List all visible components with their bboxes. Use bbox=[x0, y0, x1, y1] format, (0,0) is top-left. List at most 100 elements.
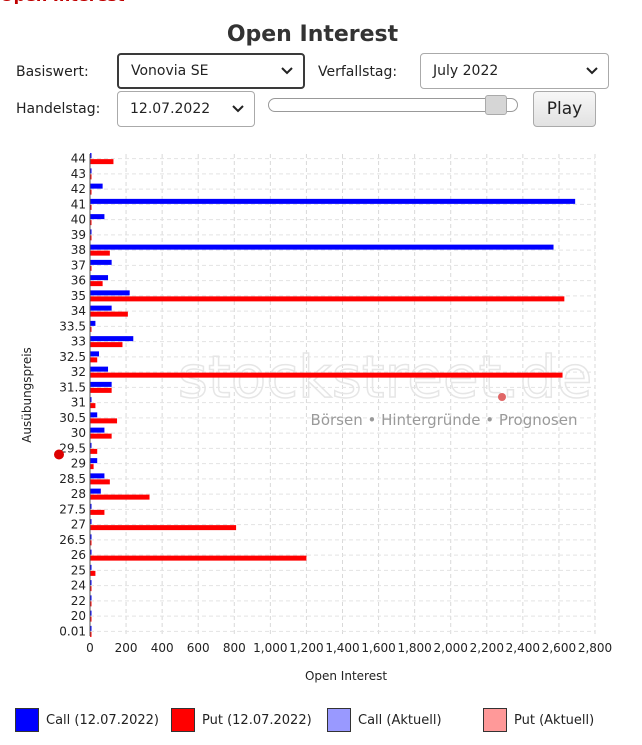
x-tick-label: 800 bbox=[223, 641, 246, 655]
x-tick-label: 400 bbox=[151, 641, 174, 655]
x-axis-label: Open Interest bbox=[305, 669, 387, 683]
y-tick-label: 44 bbox=[71, 152, 86, 166]
put-bar[interactable] bbox=[90, 494, 150, 500]
y-tick-label: 25 bbox=[71, 563, 86, 577]
put-bar[interactable] bbox=[90, 479, 110, 485]
y-tick-label: 32.5 bbox=[59, 350, 86, 364]
y-tick-label: 27 bbox=[71, 518, 86, 532]
y-tick-label: 26.5 bbox=[59, 533, 86, 547]
call-bar[interactable] bbox=[90, 412, 98, 418]
legend-swatch bbox=[171, 708, 195, 732]
x-tick-label: 2,000 bbox=[434, 641, 468, 655]
y-tick-label: 32 bbox=[71, 365, 86, 379]
y-tick-label: 30 bbox=[71, 426, 86, 440]
put-bar[interactable] bbox=[90, 464, 94, 470]
y-tick-label: 35 bbox=[71, 289, 86, 303]
call-bar[interactable] bbox=[90, 488, 101, 494]
y-tick-label: 40 bbox=[71, 213, 86, 227]
y-tick-label: 34 bbox=[71, 304, 86, 318]
legend-put-current[interactable]: Put (12.07.2022) bbox=[171, 706, 312, 734]
x-tick-label: 1,200 bbox=[289, 641, 323, 655]
y-tick-label: 29 bbox=[71, 457, 86, 471]
x-tick-label: 1,800 bbox=[397, 641, 431, 655]
call-bar[interactable] bbox=[90, 427, 105, 433]
call-bar[interactable] bbox=[90, 381, 112, 387]
legend-swatch bbox=[483, 708, 507, 732]
put-bar[interactable] bbox=[90, 357, 98, 363]
call-bar[interactable] bbox=[90, 198, 576, 204]
put-bar[interactable] bbox=[90, 281, 103, 287]
y-tick-label: 41 bbox=[71, 197, 86, 211]
call-bar[interactable] bbox=[90, 305, 112, 311]
put-bar[interactable] bbox=[90, 372, 563, 378]
legend-label: Call (12.07.2022) bbox=[46, 712, 159, 728]
legend-label: Put (12.07.2022) bbox=[202, 712, 312, 728]
legend-call-aktuell[interactable]: Call (Aktuell) bbox=[327, 706, 442, 734]
call-bar[interactable] bbox=[90, 244, 554, 250]
put-bar[interactable] bbox=[90, 448, 98, 454]
y-tick-label: 22 bbox=[71, 594, 86, 608]
y-tick-label: 39 bbox=[71, 228, 86, 242]
call-bar[interactable] bbox=[90, 275, 109, 281]
current-price-marker bbox=[54, 449, 64, 460]
call-bar[interactable] bbox=[90, 336, 134, 342]
put-bar[interactable] bbox=[90, 387, 112, 393]
open-interest-chart: stockstreet.de Börsen • Hintergründe • P… bbox=[20, 152, 612, 683]
call-bar[interactable] bbox=[90, 366, 109, 372]
y-tick-label: 37 bbox=[71, 258, 86, 272]
call-bar[interactable] bbox=[90, 473, 105, 479]
put-bar[interactable] bbox=[90, 296, 565, 302]
watermark-dot-icon bbox=[498, 393, 506, 401]
legend-swatch bbox=[327, 708, 351, 732]
x-tick-label: 600 bbox=[187, 641, 210, 655]
y-tick-label: 20 bbox=[71, 609, 86, 623]
legend-label: Call (Aktuell) bbox=[358, 712, 442, 728]
put-bar[interactable] bbox=[90, 403, 96, 409]
legend-label: Put (Aktuell) bbox=[514, 712, 595, 728]
x-tick-label: 1,000 bbox=[253, 641, 287, 655]
y-tick-labels: 44434241 40393837 36353433.5 3332.53231.5 31… bbox=[59, 152, 86, 639]
put-bar[interactable] bbox=[90, 342, 123, 348]
y-tick-label: 28 bbox=[71, 487, 86, 501]
x-tick-label: 1,600 bbox=[361, 641, 395, 655]
x-tick-label: 1,400 bbox=[325, 641, 359, 655]
x-tick-label: 2,600 bbox=[542, 641, 576, 655]
x-tick-labels: 0 200 400 600 800 1,000 1,200 1,400 1,600 1,800 2,… bbox=[86, 641, 612, 655]
call-bar[interactable] bbox=[90, 458, 98, 464]
x-tick-label: 0 bbox=[86, 641, 94, 655]
y-tick-label: 42 bbox=[71, 182, 86, 196]
put-bar[interactable] bbox=[90, 250, 110, 256]
y-tick-label: 26 bbox=[71, 548, 86, 562]
legend-call-current[interactable]: Call (12.07.2022) bbox=[15, 706, 159, 734]
y-tick-label: 36 bbox=[71, 274, 86, 288]
y-tick-label: 24 bbox=[71, 579, 86, 593]
put-bar[interactable] bbox=[90, 418, 118, 424]
legend-put-aktuell[interactable]: Put (Aktuell) bbox=[483, 706, 594, 734]
put-bar[interactable] bbox=[90, 159, 114, 165]
legend-swatch bbox=[15, 708, 39, 732]
y-axis-label: Ausübungspreis bbox=[20, 347, 34, 443]
y-tick-label: 28.5 bbox=[59, 472, 86, 486]
x-tick-label: 2,400 bbox=[506, 641, 540, 655]
y-tick-label: 31.5 bbox=[59, 380, 86, 394]
watermark-tagline: Börsen • Hintergründe • Prognosen bbox=[311, 411, 578, 429]
call-bar[interactable] bbox=[90, 183, 103, 189]
put-bar[interactable] bbox=[90, 311, 128, 317]
call-bar[interactable] bbox=[90, 320, 96, 326]
y-tick-label: 33.5 bbox=[59, 319, 86, 333]
y-tick-label: 33 bbox=[71, 335, 86, 349]
put-bar[interactable] bbox=[90, 525, 237, 531]
put-bar[interactable] bbox=[90, 555, 307, 561]
put-bar[interactable] bbox=[90, 433, 112, 439]
y-tick-label: 38 bbox=[71, 243, 86, 257]
put-bar[interactable] bbox=[90, 509, 105, 515]
x-tick-label: 2,800 bbox=[578, 641, 612, 655]
x-tick-label: 2,200 bbox=[470, 641, 504, 655]
call-bar[interactable] bbox=[90, 290, 130, 296]
watermark: stockstreet.de Börsen • Hintergründe • P… bbox=[177, 342, 593, 429]
call-bar[interactable] bbox=[90, 214, 105, 220]
call-bar[interactable] bbox=[90, 259, 112, 265]
call-bar[interactable] bbox=[90, 351, 100, 357]
put-bar[interactable] bbox=[90, 570, 96, 576]
y-tick-label: 43 bbox=[71, 167, 86, 181]
